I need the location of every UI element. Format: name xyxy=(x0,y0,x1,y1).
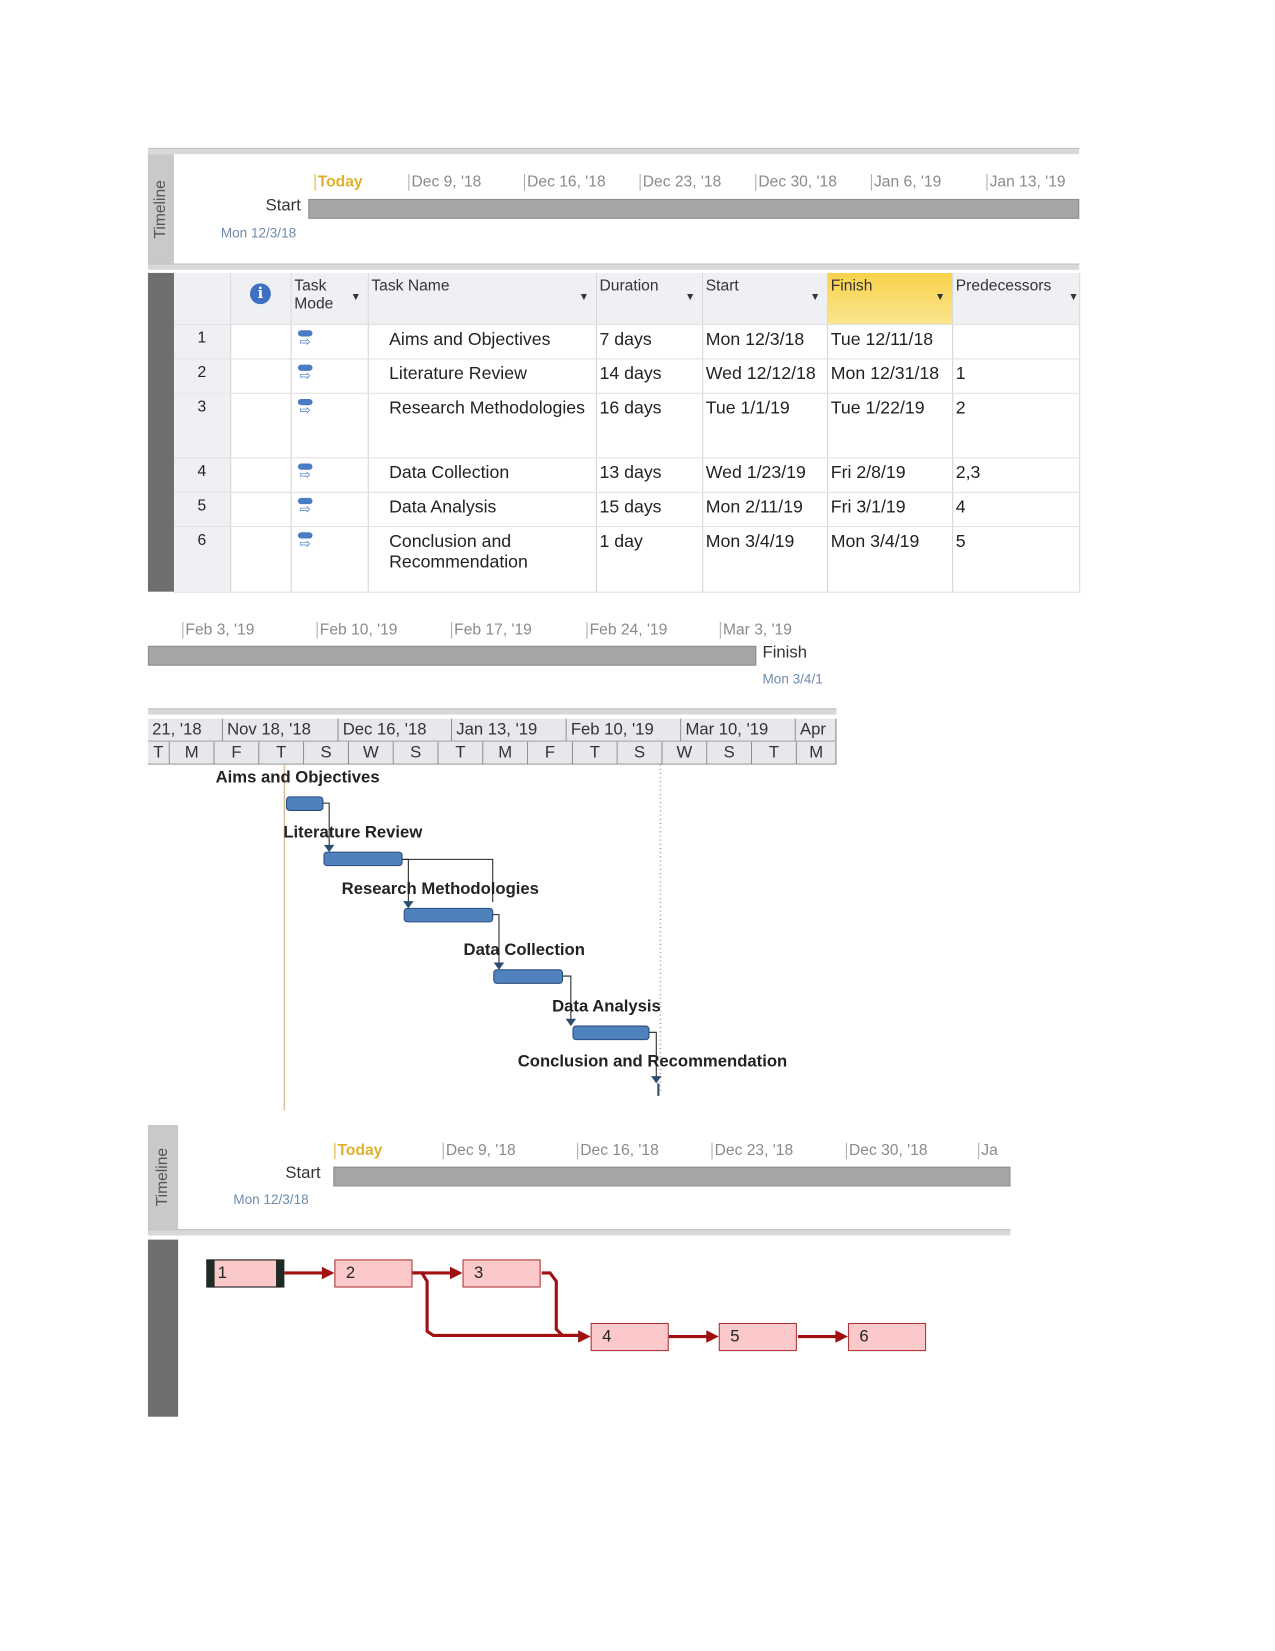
gantt-task-bar xyxy=(493,969,564,984)
timeline-start-date: Mon 12/3/18 xyxy=(233,1191,309,1208)
network-node[interactable]: 2 xyxy=(334,1259,413,1288)
gantt-task-label: Data Collection xyxy=(463,941,585,960)
timeline-label: Timeline xyxy=(153,1147,172,1207)
dependency-arrow-icon xyxy=(493,962,505,970)
network-node[interactable]: 4 xyxy=(590,1322,669,1352)
network-arrow-icon xyxy=(578,1330,591,1343)
timeline-side-tab[interactable]: Timeline xyxy=(147,1125,179,1230)
network-node[interactable]: 5 xyxy=(718,1322,797,1352)
network-arrow-icon xyxy=(706,1330,719,1343)
gantt-task-bar xyxy=(572,1025,650,1041)
today-marker: Today xyxy=(334,1142,382,1160)
gantt-chart xyxy=(283,764,662,1111)
timeline-tick: Dec 16, '18 xyxy=(577,1142,659,1160)
gantt-task-label: Aims and Objectives xyxy=(215,768,380,787)
dependency-arrow-icon xyxy=(403,901,414,909)
timeline-tick: Ja xyxy=(978,1142,998,1160)
timeline-bar xyxy=(333,1166,1011,1187)
gantt-task-bar xyxy=(323,851,403,867)
gantt-task-label: Data Analysis xyxy=(552,997,661,1016)
network-link xyxy=(541,1271,586,1338)
network-node[interactable]: 6 xyxy=(847,1322,927,1352)
timeline-tick: Dec 23, '18 xyxy=(711,1142,793,1160)
timeline-tick: Dec 30, '18 xyxy=(845,1142,928,1160)
timeline-start-label: Start xyxy=(285,1164,321,1183)
network-arrow-icon xyxy=(321,1266,335,1280)
timeline-tick: Dec 9, '18 xyxy=(442,1142,516,1160)
network-arrow-icon xyxy=(450,1266,463,1280)
network-arrow-icon xyxy=(835,1330,848,1343)
gantt-task-label: Conclusion and Recommendation xyxy=(517,1053,788,1071)
dependency-arrow-icon xyxy=(565,1018,577,1027)
divider xyxy=(147,1229,1011,1236)
gantt-task-label: Research Methodologies xyxy=(341,880,539,898)
gantt-task-bar xyxy=(285,796,324,811)
dependency-arrow-icon xyxy=(323,844,335,853)
timeline-bottom[interactable]: Today Dec 9, '18 Dec 16, '18 Dec 23, '18… xyxy=(178,1125,1011,1229)
gantt-task-bar xyxy=(403,907,494,923)
network-node[interactable]: 1 xyxy=(206,1259,285,1288)
gantt-task-label: Literature Review xyxy=(283,823,423,842)
network-node[interactable]: 3 xyxy=(462,1259,541,1288)
